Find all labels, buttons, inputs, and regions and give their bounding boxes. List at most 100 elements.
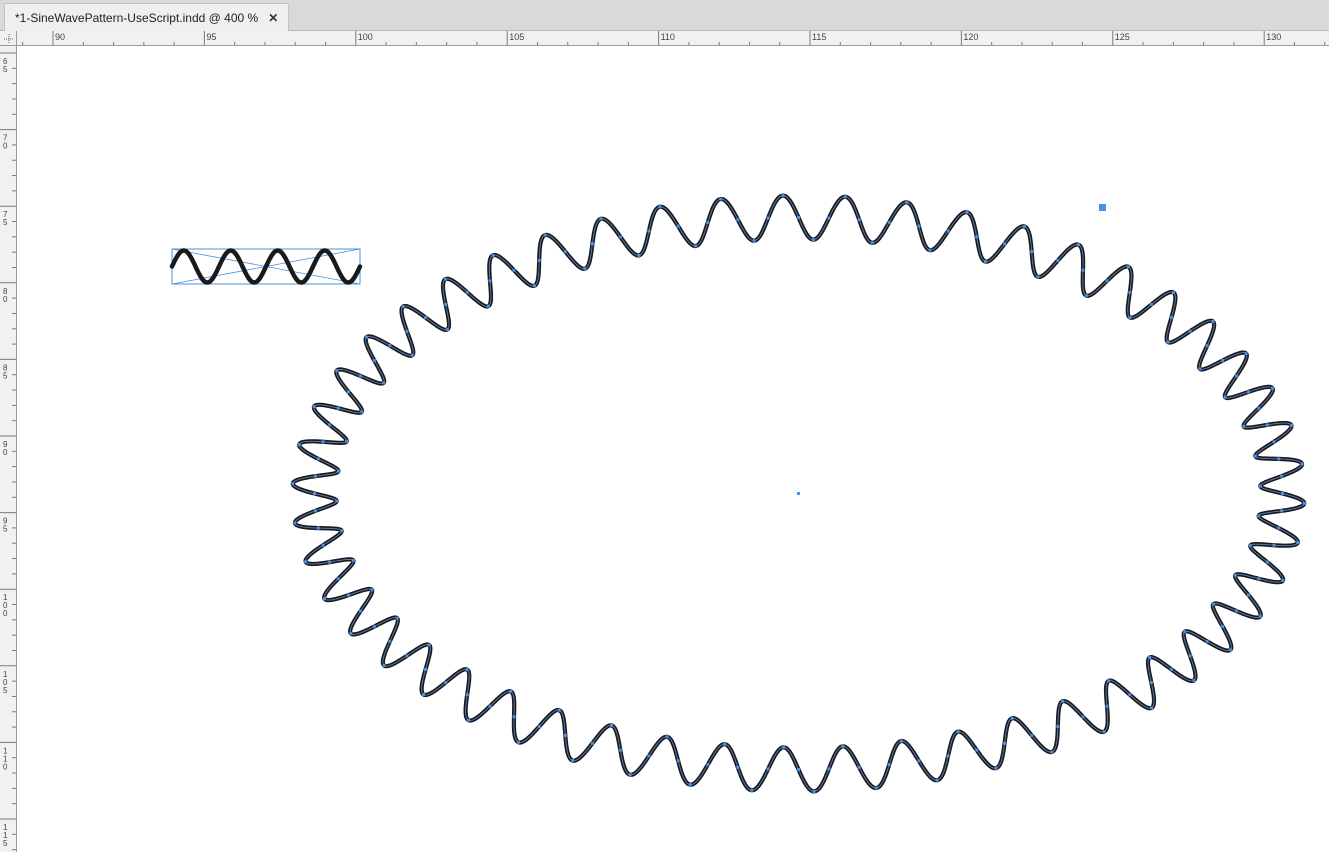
anchor-point[interactable] [665,735,669,739]
anchor-point[interactable] [424,316,428,320]
anchor-point[interactable] [1050,750,1054,754]
vertical-ruler[interactable]: 65707580859095100105110115 [0,46,17,852]
anchor-point[interactable] [340,529,344,533]
anchor-point[interactable] [316,457,320,461]
anchor-point[interactable] [1280,509,1284,513]
anchor-point[interactable] [1198,367,1202,371]
anchor-point[interactable] [359,374,363,378]
anchor-point[interactable] [445,327,449,331]
anchor-point[interactable] [928,248,932,252]
sine-wave-pattern-item[interactable] [169,248,363,285]
anchor-point[interactable] [465,290,469,294]
close-icon[interactable]: ✕ [268,12,278,24]
anchor-point[interactable] [1247,390,1251,394]
anchor-point[interactable] [313,492,316,495]
anchor-point[interactable] [1128,315,1132,319]
anchor-point[interactable] [797,216,800,219]
anchor-point[interactable] [1030,733,1034,737]
anchor-point[interactable] [1030,250,1034,254]
anchor-point[interactable] [1247,593,1251,597]
anchor-point[interactable] [1281,578,1285,582]
anchor-point[interactable] [1265,560,1269,564]
anchor-point[interactable] [736,218,740,222]
anchor-point[interactable] [1128,290,1132,294]
anchor-point[interactable] [1277,457,1281,461]
anchor-point[interactable] [719,197,723,201]
anchor-point[interactable] [395,616,399,620]
anchor-point[interactable] [1172,291,1175,295]
anchor-point[interactable] [1281,492,1284,495]
anchor-point[interactable] [1211,602,1215,606]
anchor-point[interactable] [583,267,587,271]
anchor-point[interactable] [1183,630,1187,634]
anchor-point[interactable] [676,224,680,228]
anchor-point[interactable] [488,279,492,283]
anchor-point[interactable] [424,667,428,671]
anchor-point[interactable] [1270,386,1274,390]
document-tab[interactable]: *1-SineWavePattern-UseScript.indd @ 400 … [4,3,290,31]
anchor-point[interactable] [346,390,350,394]
anchor-point[interactable] [1221,624,1225,628]
anchor-point[interactable] [1205,639,1209,643]
anchor-point[interactable] [994,766,998,770]
anchor-point[interactable] [401,305,405,309]
anchor-point[interactable] [1272,440,1276,444]
anchor-point[interactable] [628,773,632,777]
anchor-point[interactable] [365,335,369,339]
anchor-point[interactable] [782,745,786,749]
anchor-point[interactable] [610,723,614,727]
anchor-point[interactable] [293,521,297,525]
anchor-point[interactable] [1102,730,1106,734]
anchor-point[interactable] [1223,395,1227,399]
document-canvas[interactable] [17,46,1329,852]
anchor-point[interactable] [956,730,960,734]
anchor-point[interactable] [328,423,332,427]
anchor-point[interactable] [405,329,409,333]
anchor-point[interactable] [946,229,950,233]
anchor-point[interactable] [1277,526,1281,530]
anchor-point[interactable] [1302,501,1306,505]
anchor-point[interactable] [427,643,431,647]
anchor-point[interactable] [841,744,845,748]
anchor-point[interactable] [946,754,950,758]
anchor-point[interactable] [1056,725,1060,729]
anchor-point[interactable] [1188,329,1192,333]
anchor-point[interactable] [590,242,594,246]
anchor-point[interactable] [388,344,392,348]
anchor-point[interactable] [571,759,575,763]
anchor-point[interactable] [723,742,727,746]
anchor-point[interactable] [351,559,355,563]
anchor-point[interactable] [843,195,847,199]
anchor-point[interactable] [975,235,979,239]
anchor-point[interactable] [887,220,891,224]
anchor-point[interactable] [537,725,541,729]
anchor-point[interactable] [1272,543,1276,547]
anchor-point[interactable] [1257,577,1261,581]
horizontal-ruler[interactable]: 9095100105110115120125130135140145150155… [17,31,1329,46]
anchor-point[interactable] [1188,654,1192,658]
anchor-point[interactable] [706,763,710,767]
anchor-point[interactable] [1242,424,1246,428]
anchor-point[interactable] [1221,359,1225,363]
anchor-point[interactable] [887,763,891,767]
anchor-point[interactable] [827,767,831,771]
anchor-point[interactable] [1296,541,1300,545]
anchor-point[interactable] [1077,243,1080,247]
anchor-point[interactable] [694,244,698,248]
anchor-point[interactable] [857,218,861,222]
anchor-point[interactable] [1258,484,1262,488]
anchor-point[interactable] [1234,374,1238,378]
anchor-point[interactable] [899,739,903,743]
anchor-point[interactable] [983,260,987,264]
anchor-point[interactable] [1003,242,1007,246]
anchor-point[interactable] [563,733,567,737]
anchor-point[interactable] [336,577,340,581]
selection-handle[interactable] [1099,204,1106,211]
anchor-point[interactable] [1289,423,1293,427]
anchor-point[interactable] [1105,279,1109,283]
anchor-point[interactable] [1084,294,1088,298]
anchor-point[interactable] [1003,741,1007,745]
anchor-point[interactable] [1211,320,1215,324]
ruler-origin-corner[interactable] [0,31,17,46]
anchor-point[interactable] [1036,275,1040,279]
